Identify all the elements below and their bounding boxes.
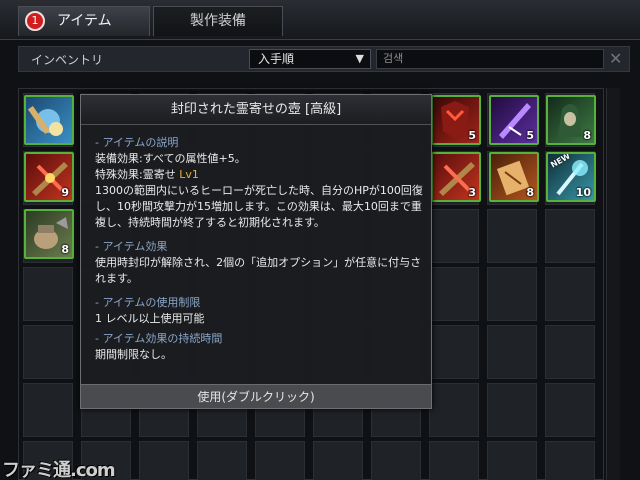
limit-text: 1 レベル以上使用可能 [95,312,205,325]
inventory-slot[interactable] [429,325,479,379]
effect-text: 使用時封印が解除され、2個の「追加オプション」が任意に付与されます。 [95,256,422,285]
inventory-slot[interactable] [429,383,479,437]
blue-orb-cannon-icon [27,105,63,136]
tab-items[interactable]: 1 アイテム [18,6,150,36]
inventory-slot[interactable] [545,441,595,480]
inventory-slot[interactable] [487,209,537,263]
inventory-slot[interactable] [23,383,73,437]
inventory-slot[interactable] [545,325,595,379]
inventory-slot[interactable] [545,267,595,321]
inventory-item[interactable]: 9 [24,152,74,202]
inventory-item[interactable]: NEW 10 [546,152,596,202]
close-icon[interactable]: ✕ [609,49,622,68]
inventory-slot[interactable] [197,441,247,480]
equip-effect: 装備効果:すべての属性値+5。 [95,152,246,165]
inventory-item[interactable]: 5 [431,95,481,145]
notification-badge: 1 [25,11,45,31]
inventory-item[interactable]: 3 [431,152,481,202]
inventory-slot[interactable] [23,325,73,379]
search-placeholder: 검색 [383,52,404,65]
inventory-slot[interactable] [429,267,479,321]
inventory-slot[interactable] [429,209,479,263]
inventory-scrollbar[interactable] [606,88,620,480]
chevron-down-icon: ▼ [355,52,364,65]
search-input[interactable]: 검색 [376,49,604,69]
inventory-label: インベントリ [31,53,104,67]
sort-select[interactable]: 入手順 ▼ [249,49,371,69]
inventory-item[interactable] [24,95,74,145]
tab-crafting[interactable]: 製作装備 [153,6,283,36]
inventory-slot[interactable] [487,267,537,321]
tab-items-label: アイテム [57,13,112,29]
tab-crafting-label: 製作装備 [190,13,246,29]
description-text: 1300の範囲内にいるヒーローが死亡した時、自分のHPが100回復し、10秒間攻… [95,184,423,229]
inventory-item[interactable]: 5 [489,95,539,145]
inventory-slot[interactable] [545,209,595,263]
duration-text: 期間制限なし。 [95,348,172,361]
special-effect: 特殊効果:霊寄せ Lv1 [95,168,199,181]
inventory-slot[interactable] [487,441,537,480]
section-use-limit: - アイテムの使用制限 [95,296,201,309]
inventory-slot[interactable] [545,383,595,437]
section-item-effect: - アイテム効果 [95,240,168,253]
inventory-slot[interactable] [139,441,189,480]
inventory-slot[interactable] [255,441,305,480]
item-tooltip: 封印された霊寄せの壺 [高級] - アイテムの説明 装備効果:すべての属性値+5… [80,94,432,409]
section-item-description: - アイテムの説明 [95,136,179,149]
use-button[interactable]: 使用(ダブルクリック) [81,384,431,408]
inventory-slot[interactable] [487,383,537,437]
tooltip-body: - アイテムの説明 装備効果:すべての属性値+5。 特殊効果:霊寄せ Lv1 1… [95,135,423,363]
inventory-item[interactable]: 8 [546,95,596,145]
inventory-slot[interactable] [487,325,537,379]
inventory-item[interactable]: 8 [24,209,74,259]
special-effect-level: Lv1 [179,168,199,181]
filter-bar: インベントリ 入手順 ▼ 검색 ✕ [18,46,630,72]
top-tab-bar: 1 アイテム 製作装備 [0,0,640,40]
tooltip-title: 封印された霊寄せの壺 [高級] [81,95,431,125]
section-duration: - アイテム効果の持続時間 [95,332,223,345]
inventory-slot[interactable] [371,441,421,480]
watermark-logo: ファミ通.com [2,460,116,480]
sort-select-value: 入手順 [258,52,295,66]
inventory-item[interactable]: 8 [489,152,539,202]
inventory-slot[interactable] [429,441,479,480]
inventory-slot[interactable] [313,441,363,480]
inventory-slot[interactable] [23,267,73,321]
